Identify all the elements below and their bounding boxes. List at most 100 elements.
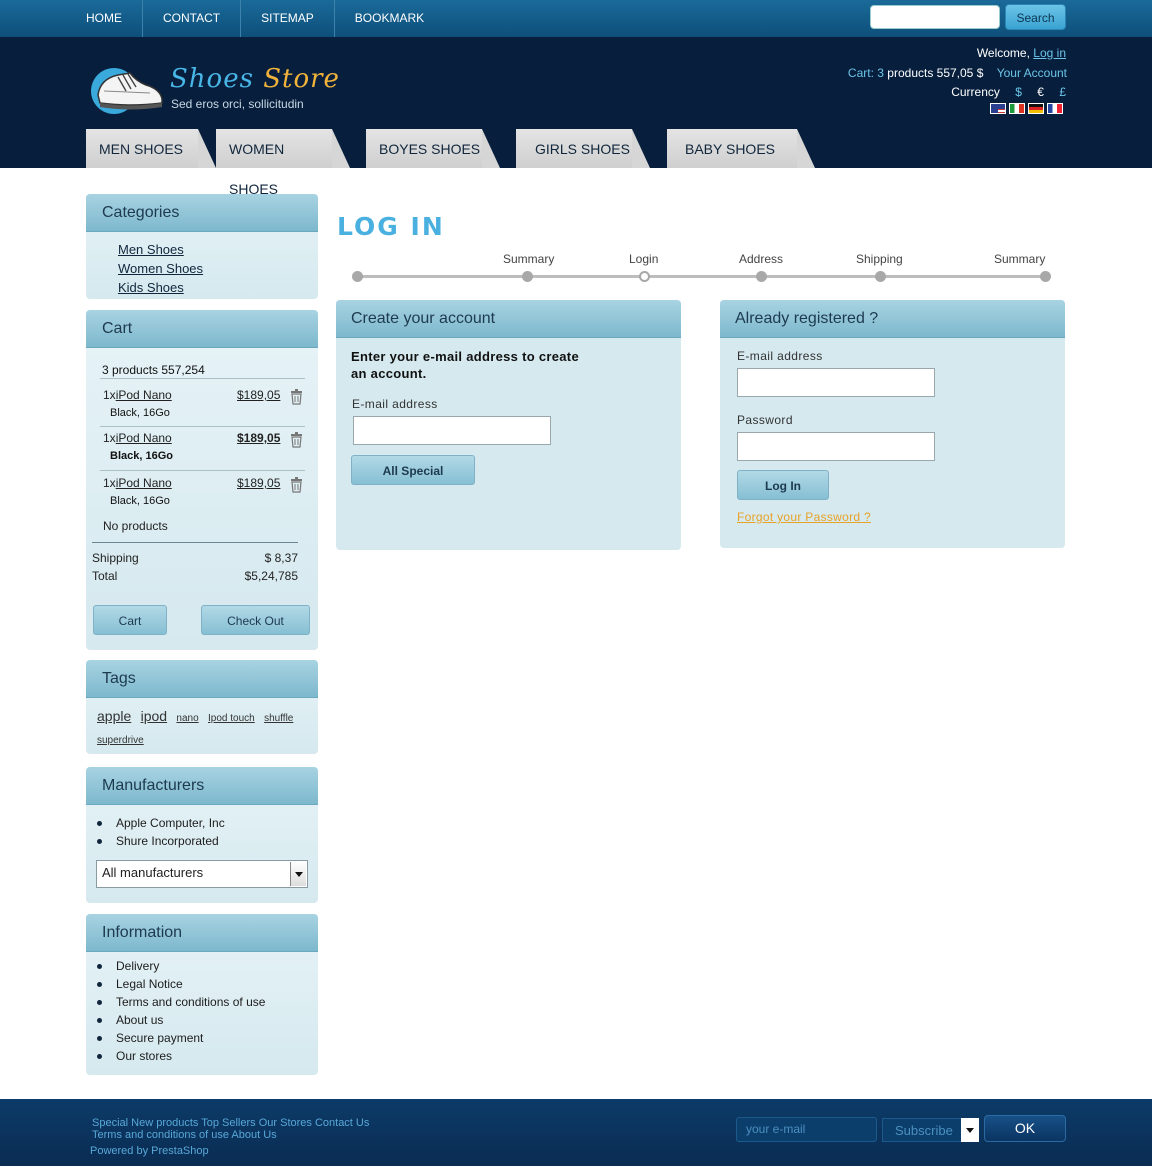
france-flag-icon[interactable] [1047,103,1063,114]
currency-pound[interactable]: £ [1059,85,1066,99]
shoe-logo-icon[interactable] [90,61,166,115]
logo-title[interactable]: Shoes Store [170,64,340,94]
nav-home-link[interactable]: HOME [86,0,142,37]
your-account-link[interactable]: Your Account [997,66,1067,80]
step-label: Address [739,252,784,266]
cart-item-name[interactable]: iPod Nano [116,431,172,445]
tab-baby-shoes[interactable]: BABY SHOES [667,129,815,168]
manufacturer-link[interactable]: Apple Computer, Inc [96,814,225,832]
info-link[interactable]: Our stores [96,1047,265,1065]
tab-label: MEN SHOES [99,141,184,157]
create-email-input[interactable] [353,416,551,445]
step-label: Summary [503,252,555,266]
info-link[interactable]: Legal Notice [96,975,265,993]
tag-link[interactable]: apple [97,706,131,726]
cart-item-name[interactable]: iPod Nano [116,476,172,490]
login-panel: Already registered ? E-mail address Pass… [720,300,1065,548]
tag-link[interactable]: ipod [141,706,167,726]
page-title: LOG IN [337,212,445,241]
checkout-button[interactable]: Check Out [201,605,310,635]
welcome-line: Welcome, Log in [977,46,1066,60]
language-flags [990,103,1063,114]
ok-button[interactable]: OK [984,1115,1066,1142]
tab-label: BABY SHOES [685,141,776,157]
cart-item-line: 1xiPod Nano [103,431,172,445]
tags-cloud: apple ipod nano Ipod touch shuffle super… [97,706,312,751]
categories-title: Categories [86,194,318,232]
newsletter-email-input[interactable]: your e-mail [736,1117,877,1142]
login-email-input[interactable] [737,368,935,397]
total-value: $5,24,785 [244,569,298,583]
category-link[interactable]: Women Shoes [118,259,318,278]
info-link[interactable]: Secure payment [96,1029,265,1047]
manufacturer-link[interactable]: Shure Incorporated [96,832,225,850]
step-dot [522,271,533,282]
login-link[interactable]: Log in [1033,46,1066,60]
cart-item-price: $189,05 [237,388,281,402]
tab-boyes-shoes[interactable]: BOYES SHOES [366,129,500,168]
nav-sitemap-link[interactable]: SITEMAP [240,0,334,37]
divider [100,378,305,379]
information-list: Delivery Legal Notice Terms and conditio… [96,957,265,1065]
tag-link[interactable]: shuffle [264,709,293,729]
information-title: Information [86,914,318,952]
welcome-text: Welcome, [976,46,1030,60]
trash-icon[interactable] [290,432,303,448]
site-header: Shoes Store Sed eros orci, sollicitudin … [0,37,1152,197]
footer-links-secondary[interactable]: Terms and conditions of use About Us [92,1129,277,1141]
tab-women-shoes[interactable]: WOMEN SHOES [216,129,350,197]
trash-icon[interactable] [290,477,303,493]
currency-selector: Currency $ € £ [951,85,1066,99]
powered-by[interactable]: Powered by PrestaShop [90,1145,209,1157]
footer-links[interactable]: Special New products Top Sellers Our Sto… [92,1117,369,1129]
tag-link[interactable]: nano [176,709,198,729]
search-button[interactable]: Search [1005,4,1066,30]
tab-girls-shoes[interactable]: GIRLS SHOES [516,129,650,168]
info-link[interactable]: About us [96,1011,265,1029]
manufacturers-select[interactable]: All manufacturers [96,860,308,888]
tag-link[interactable]: Ipod touch [208,709,255,729]
cart-title: Cart [86,310,318,348]
info-link[interactable]: Terms and conditions of use [96,993,265,1011]
trash-icon[interactable] [290,389,303,405]
cart-item-attributes: Black, 16Go [110,407,170,419]
tab-label: GIRLS SHOES [535,141,630,157]
cart-item-name[interactable]: iPod Nano [116,388,172,402]
nav-contact-link[interactable]: CONTACT [142,0,240,37]
create-account-button[interactable]: All Special [351,455,475,485]
tag-link[interactable]: superdrive [97,731,144,751]
chevron-down-icon[interactable] [290,862,306,886]
currency-dollar[interactable]: $ [1015,85,1022,99]
password-input[interactable] [737,432,935,461]
login-button[interactable]: Log In [737,470,829,500]
logo-word-2: Store [263,64,340,94]
top-nav: HOME CONTACT SITEMAP BOOKMARK [86,0,444,37]
step-dot [1040,271,1051,282]
search-input[interactable] [870,5,1000,29]
password-label: Password [737,413,793,427]
italy-flag-icon[interactable] [1009,103,1025,114]
header-cart-label[interactable]: Cart: [848,66,874,80]
step-dot [352,271,363,282]
header-cart-text: products 557,05 $ [887,66,984,80]
step-dot [875,271,886,282]
shipping-label: Shipping [92,551,139,565]
create-account-title: Create your account [336,300,681,338]
forgot-password-link[interactable]: Forgot your Password ? [737,510,871,524]
step-label: Shipping [856,252,903,266]
cart-item-line: 1xiPod Nano [103,388,172,402]
us-flag-icon[interactable] [990,103,1006,114]
currency-euro[interactable]: € [1037,85,1044,99]
nav-bookmark-link[interactable]: BOOKMARK [333,0,444,37]
germany-flag-icon[interactable] [1028,103,1044,114]
category-link[interactable]: Men Shoes [118,240,318,259]
cart-button[interactable]: Cart [93,605,167,635]
login-panel-title: Already registered ? [720,300,1065,338]
chevron-down-icon[interactable] [961,1118,979,1142]
divider [100,470,305,471]
category-link[interactable]: Kids Shoes [118,278,318,297]
tags-box: Tags apple ipod nano Ipod touch shuffle … [86,660,318,754]
tab-men-shoes[interactable]: MEN SHOES [86,129,216,168]
info-link[interactable]: Delivery [96,957,265,975]
site-footer: Special New products Top Sellers Our Sto… [0,1099,1152,1166]
